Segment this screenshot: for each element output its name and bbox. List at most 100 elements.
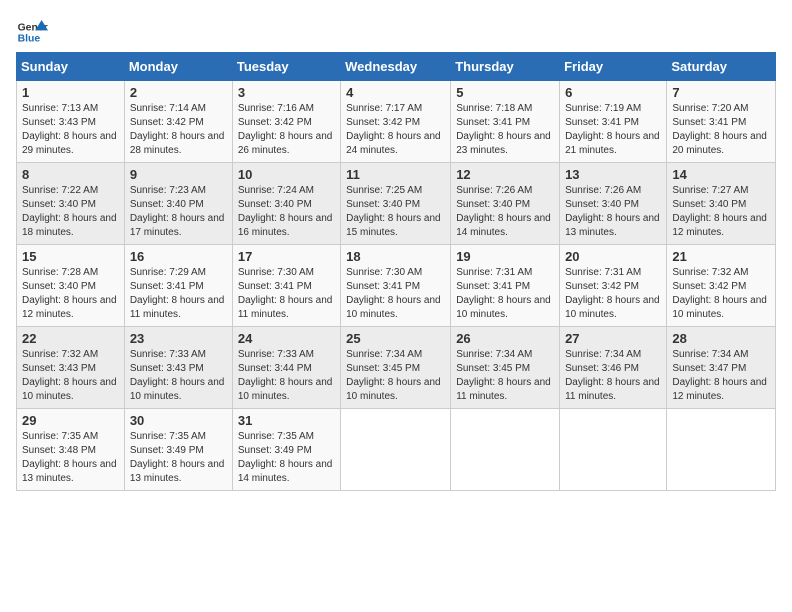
day-number: 19 — [456, 249, 554, 264]
day-cell — [341, 409, 451, 491]
day-cell: 5 Sunrise: 7:18 AMSunset: 3:41 PMDayligh… — [451, 81, 560, 163]
day-info: Sunrise: 7:34 AMSunset: 3:45 PMDaylight:… — [456, 349, 551, 402]
day-info: Sunrise: 7:26 AMSunset: 3:40 PMDaylight:… — [565, 185, 660, 238]
day-info: Sunrise: 7:30 AMSunset: 3:41 PMDaylight:… — [346, 267, 441, 320]
header-cell-monday: Monday — [124, 53, 232, 81]
day-info: Sunrise: 7:18 AMSunset: 3:41 PMDaylight:… — [456, 103, 551, 156]
day-cell: 12 Sunrise: 7:26 AMSunset: 3:40 PMDaylig… — [451, 163, 560, 245]
day-cell: 26 Sunrise: 7:34 AMSunset: 3:45 PMDaylig… — [451, 327, 560, 409]
day-cell: 22 Sunrise: 7:32 AMSunset: 3:43 PMDaylig… — [17, 327, 125, 409]
day-number: 13 — [565, 167, 661, 182]
day-cell: 6 Sunrise: 7:19 AMSunset: 3:41 PMDayligh… — [560, 81, 667, 163]
day-cell: 9 Sunrise: 7:23 AMSunset: 3:40 PMDayligh… — [124, 163, 232, 245]
day-cell: 8 Sunrise: 7:22 AMSunset: 3:40 PMDayligh… — [17, 163, 125, 245]
day-number: 6 — [565, 85, 661, 100]
day-cell: 13 Sunrise: 7:26 AMSunset: 3:40 PMDaylig… — [560, 163, 667, 245]
header-cell-thursday: Thursday — [451, 53, 560, 81]
svg-text:Blue: Blue — [18, 34, 41, 45]
day-number: 15 — [22, 249, 119, 264]
logo: General Blue — [16, 16, 48, 48]
day-number: 27 — [565, 331, 661, 346]
day-number: 29 — [22, 413, 119, 428]
day-cell: 2 Sunrise: 7:14 AMSunset: 3:42 PMDayligh… — [124, 81, 232, 163]
day-info: Sunrise: 7:23 AMSunset: 3:40 PMDaylight:… — [130, 185, 225, 238]
day-number: 23 — [130, 331, 227, 346]
day-info: Sunrise: 7:13 AMSunset: 3:43 PMDaylight:… — [22, 103, 117, 156]
day-number: 8 — [22, 167, 119, 182]
day-number: 1 — [22, 85, 119, 100]
day-cell: 1 Sunrise: 7:13 AMSunset: 3:43 PMDayligh… — [17, 81, 125, 163]
day-info: Sunrise: 7:35 AMSunset: 3:48 PMDaylight:… — [22, 431, 117, 484]
logo-icon: General Blue — [16, 16, 48, 48]
day-info: Sunrise: 7:14 AMSunset: 3:42 PMDaylight:… — [130, 103, 225, 156]
day-cell: 17 Sunrise: 7:30 AMSunset: 3:41 PMDaylig… — [232, 245, 340, 327]
week-row-5: 29 Sunrise: 7:35 AMSunset: 3:48 PMDaylig… — [17, 409, 776, 491]
day-cell — [451, 409, 560, 491]
day-info: Sunrise: 7:34 AMSunset: 3:46 PMDaylight:… — [565, 349, 660, 402]
day-number: 4 — [346, 85, 445, 100]
day-cell: 25 Sunrise: 7:34 AMSunset: 3:45 PMDaylig… — [341, 327, 451, 409]
day-info: Sunrise: 7:31 AMSunset: 3:41 PMDaylight:… — [456, 267, 551, 320]
day-cell: 30 Sunrise: 7:35 AMSunset: 3:49 PMDaylig… — [124, 409, 232, 491]
day-number: 3 — [238, 85, 335, 100]
day-cell: 28 Sunrise: 7:34 AMSunset: 3:47 PMDaylig… — [667, 327, 776, 409]
day-info: Sunrise: 7:34 AMSunset: 3:47 PMDaylight:… — [672, 349, 767, 402]
day-number: 7 — [672, 85, 770, 100]
calendar-table: SundayMondayTuesdayWednesdayThursdayFrid… — [16, 52, 776, 491]
day-cell — [667, 409, 776, 491]
day-cell: 19 Sunrise: 7:31 AMSunset: 3:41 PMDaylig… — [451, 245, 560, 327]
day-info: Sunrise: 7:17 AMSunset: 3:42 PMDaylight:… — [346, 103, 441, 156]
day-number: 24 — [238, 331, 335, 346]
header: General Blue — [16, 16, 776, 48]
day-number: 31 — [238, 413, 335, 428]
day-number: 10 — [238, 167, 335, 182]
day-info: Sunrise: 7:20 AMSunset: 3:41 PMDaylight:… — [672, 103, 767, 156]
header-cell-wednesday: Wednesday — [341, 53, 451, 81]
day-cell: 23 Sunrise: 7:33 AMSunset: 3:43 PMDaylig… — [124, 327, 232, 409]
day-number: 30 — [130, 413, 227, 428]
day-number: 21 — [672, 249, 770, 264]
day-cell: 21 Sunrise: 7:32 AMSunset: 3:42 PMDaylig… — [667, 245, 776, 327]
day-number: 9 — [130, 167, 227, 182]
day-info: Sunrise: 7:35 AMSunset: 3:49 PMDaylight:… — [130, 431, 225, 484]
day-number: 22 — [22, 331, 119, 346]
day-info: Sunrise: 7:30 AMSunset: 3:41 PMDaylight:… — [238, 267, 333, 320]
day-info: Sunrise: 7:28 AMSunset: 3:40 PMDaylight:… — [22, 267, 117, 320]
day-cell: 15 Sunrise: 7:28 AMSunset: 3:40 PMDaylig… — [17, 245, 125, 327]
header-row: SundayMondayTuesdayWednesdayThursdayFrid… — [17, 53, 776, 81]
day-cell: 10 Sunrise: 7:24 AMSunset: 3:40 PMDaylig… — [232, 163, 340, 245]
day-cell — [560, 409, 667, 491]
day-info: Sunrise: 7:22 AMSunset: 3:40 PMDaylight:… — [22, 185, 117, 238]
header-cell-sunday: Sunday — [17, 53, 125, 81]
day-number: 25 — [346, 331, 445, 346]
day-cell: 31 Sunrise: 7:35 AMSunset: 3:49 PMDaylig… — [232, 409, 340, 491]
day-number: 28 — [672, 331, 770, 346]
week-row-4: 22 Sunrise: 7:32 AMSunset: 3:43 PMDaylig… — [17, 327, 776, 409]
week-row-1: 1 Sunrise: 7:13 AMSunset: 3:43 PMDayligh… — [17, 81, 776, 163]
day-number: 14 — [672, 167, 770, 182]
day-cell: 29 Sunrise: 7:35 AMSunset: 3:48 PMDaylig… — [17, 409, 125, 491]
day-number: 17 — [238, 249, 335, 264]
day-info: Sunrise: 7:35 AMSunset: 3:49 PMDaylight:… — [238, 431, 333, 484]
day-info: Sunrise: 7:31 AMSunset: 3:42 PMDaylight:… — [565, 267, 660, 320]
day-info: Sunrise: 7:16 AMSunset: 3:42 PMDaylight:… — [238, 103, 333, 156]
day-info: Sunrise: 7:32 AMSunset: 3:42 PMDaylight:… — [672, 267, 767, 320]
day-info: Sunrise: 7:24 AMSunset: 3:40 PMDaylight:… — [238, 185, 333, 238]
day-info: Sunrise: 7:29 AMSunset: 3:41 PMDaylight:… — [130, 267, 225, 320]
week-row-2: 8 Sunrise: 7:22 AMSunset: 3:40 PMDayligh… — [17, 163, 776, 245]
day-number: 5 — [456, 85, 554, 100]
day-cell: 24 Sunrise: 7:33 AMSunset: 3:44 PMDaylig… — [232, 327, 340, 409]
day-cell: 16 Sunrise: 7:29 AMSunset: 3:41 PMDaylig… — [124, 245, 232, 327]
day-info: Sunrise: 7:34 AMSunset: 3:45 PMDaylight:… — [346, 349, 441, 402]
day-number: 2 — [130, 85, 227, 100]
day-cell: 20 Sunrise: 7:31 AMSunset: 3:42 PMDaylig… — [560, 245, 667, 327]
week-row-3: 15 Sunrise: 7:28 AMSunset: 3:40 PMDaylig… — [17, 245, 776, 327]
day-info: Sunrise: 7:33 AMSunset: 3:44 PMDaylight:… — [238, 349, 333, 402]
day-number: 12 — [456, 167, 554, 182]
day-cell: 3 Sunrise: 7:16 AMSunset: 3:42 PMDayligh… — [232, 81, 340, 163]
day-number: 20 — [565, 249, 661, 264]
day-cell: 27 Sunrise: 7:34 AMSunset: 3:46 PMDaylig… — [560, 327, 667, 409]
day-info: Sunrise: 7:26 AMSunset: 3:40 PMDaylight:… — [456, 185, 551, 238]
day-cell: 11 Sunrise: 7:25 AMSunset: 3:40 PMDaylig… — [341, 163, 451, 245]
day-info: Sunrise: 7:27 AMSunset: 3:40 PMDaylight:… — [672, 185, 767, 238]
